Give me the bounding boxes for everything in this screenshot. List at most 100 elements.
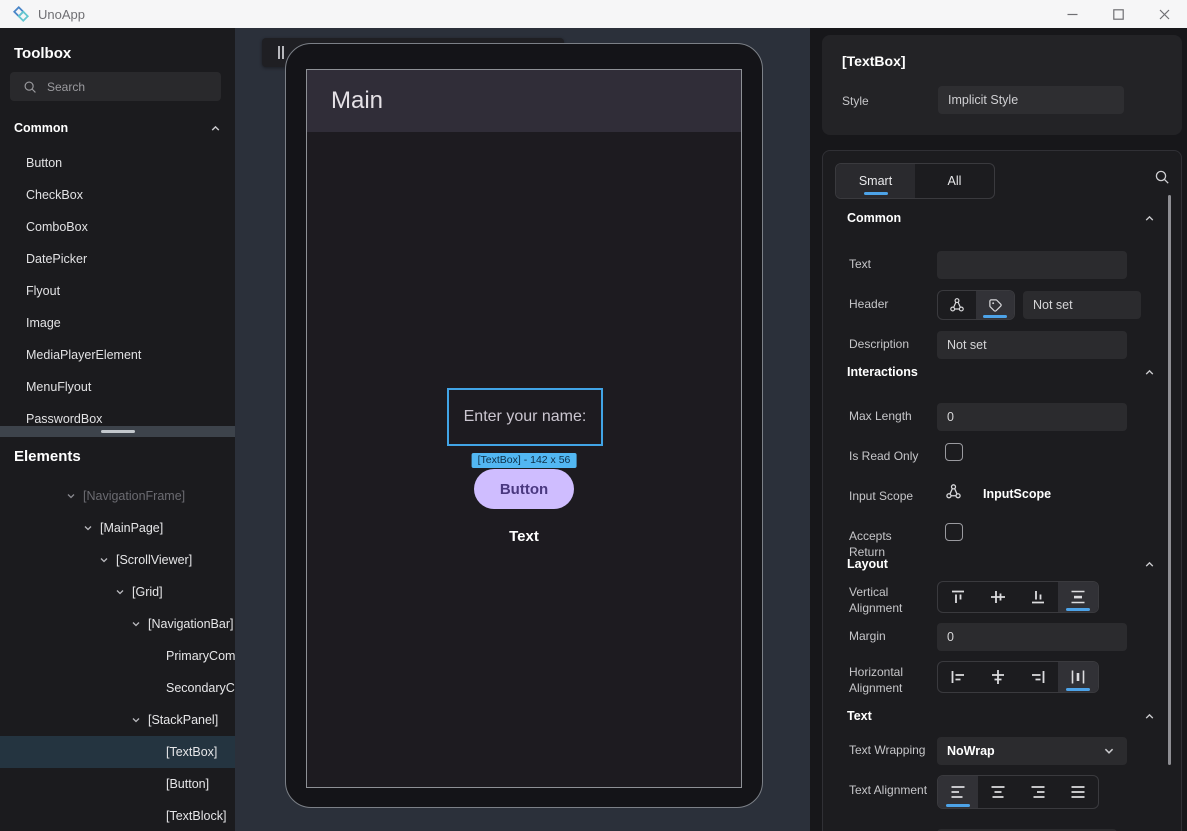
align-vstretch-button[interactable] [1058,582,1098,612]
maximize-button[interactable] [1095,0,1141,28]
horizontal-alignment-label: Horizontal Alignment [849,665,931,696]
toolbox-item-button[interactable]: Button [0,147,235,179]
text-value-input[interactable] [937,251,1127,279]
align-top-button[interactable] [938,582,978,612]
tree-item-stackpanel[interactable]: [StackPanel] [0,704,235,736]
toolbox-item-menuflyout[interactable]: MenuFlyout [0,371,235,403]
elements-title: Elements [14,448,81,465]
tree-item-grid[interactable]: [Grid] [0,576,235,608]
max-length-label: Max Length [849,409,931,425]
close-button[interactable] [1141,0,1187,28]
toolbox-item-image[interactable]: Image [0,307,235,339]
active-segment-indicator [1066,608,1090,611]
chevron-down-icon[interactable] [131,715,141,725]
toolbox-item-flyout[interactable]: Flyout [0,275,235,307]
text-align-center-button[interactable] [978,776,1018,808]
app-title: UnoApp [38,7,85,22]
tab-smart[interactable]: Smart [836,164,915,198]
margin-input[interactable]: 0 [937,623,1127,651]
accepts-return-checkbox[interactable] [945,523,963,541]
toolbox-section-common[interactable]: Common [14,121,221,135]
chevron-down-icon[interactable] [131,619,141,629]
selected-element-name: [TextBox] [842,53,906,69]
tree-item-secondarycommands[interactable]: SecondaryCo [0,672,235,704]
chevron-down-icon[interactable] [115,587,125,597]
align-hstretch-button[interactable] [1058,662,1098,692]
binding-icon [949,297,965,313]
canvas-button[interactable]: Button [474,469,574,509]
toolbox-title: Toolbox [14,45,71,62]
chevron-up-icon [1144,367,1155,378]
section-text[interactable]: Text [847,705,1155,727]
text-alignment-group [937,775,1099,809]
chevron-down-icon [1103,745,1115,757]
header-label: Header [849,297,931,313]
canvas-textbox-selected[interactable]: Enter your name: [447,388,603,446]
header-value-input[interactable]: Not set [1023,291,1141,319]
tree-item-navigationbar[interactable]: [NavigationBar] [0,608,235,640]
is-read-only-checkbox[interactable] [945,443,963,461]
tree-item-button[interactable]: [Button] [0,768,235,800]
style-value-input[interactable]: Implicit Style [938,86,1124,114]
section-common[interactable]: Common [847,207,1155,229]
description-value-input[interactable]: Not set [937,331,1127,359]
text-align-right-button[interactable] [1018,776,1058,808]
selection-size-badge: [TextBox] - 142 x 56 [472,453,577,468]
chevron-down-icon[interactable] [99,555,109,565]
page-title: Main [331,87,383,115]
property-tabs: Smart All [835,163,995,199]
active-segment-indicator [1066,688,1090,691]
section-layout[interactable]: Layout [847,553,1155,575]
tree-item-primarycommands[interactable]: PrimaryComm [0,640,235,672]
tree-item-scrollviewer[interactable]: [ScrollViewer] [0,544,235,576]
search-icon [23,80,37,94]
chevron-down-icon[interactable] [66,491,76,501]
tree-item-mainpage[interactable]: [MainPage] [0,512,235,544]
literal-mode-button[interactable] [976,291,1014,319]
input-scope-label: Input Scope [849,489,931,505]
canvas-textblock[interactable]: Text [307,528,741,545]
titlebar: UnoApp [0,0,1187,28]
active-tab-indicator [864,192,888,195]
page-header: Main [307,70,741,132]
properties-panel: [TextBox] Style Implicit Style Smart All… [810,28,1187,831]
text-alignment-label: Text Alignment [849,783,931,799]
is-read-only-label: Is Read Only [849,449,931,465]
uno-logo-icon [12,5,30,23]
tree-item-navigationframe[interactable]: [NavigationFrame] [0,480,235,512]
text-align-left-button[interactable] [938,776,978,808]
properties-scrollbar[interactable] [1168,195,1171,765]
align-hcenter-button[interactable] [978,662,1018,692]
toolbox-item-mediaplayerelement[interactable]: MediaPlayerElement [0,339,235,371]
tree-item-textblock[interactable]: [TextBlock] [0,800,235,831]
minimize-button[interactable] [1049,0,1095,28]
selected-element-card: [TextBox] Style Implicit Style [822,35,1182,135]
text-wrapping-label: Text Wrapping [849,743,931,759]
section-interactions[interactable]: Interactions [847,361,1155,383]
binding-icon[interactable] [945,483,962,505]
align-right-button[interactable] [1018,662,1058,692]
toolbox-item-checkbox[interactable]: CheckBox [0,179,235,211]
properties-search-icon[interactable] [1154,169,1170,190]
pane-splitter[interactable] [0,426,235,437]
max-length-input[interactable]: 0 [937,403,1127,431]
app-window: UnoApp Toolbox Search Common Button Chec… [0,0,1187,831]
align-left-button[interactable] [938,662,978,692]
toolbox-item-combobox[interactable]: ComboBox [0,211,235,243]
tab-all[interactable]: All [915,164,994,198]
tree-item-textbox[interactable]: [TextBox] [0,736,235,768]
align-bottom-button[interactable] [1018,582,1058,612]
device-screen[interactable]: Main Enter your name: [TextBox] - 142 x … [306,69,742,788]
input-scope-value[interactable]: InputScope [983,487,1051,501]
description-label: Description [849,337,931,353]
toolbox-item-datepicker[interactable]: DatePicker [0,243,235,275]
align-vcenter-button[interactable] [978,582,1018,612]
text-align-justify-button[interactable] [1058,776,1098,808]
text-wrapping-select[interactable]: NoWrap [937,737,1127,765]
binding-mode-button[interactable] [938,291,976,319]
horizontal-alignment-group [937,661,1099,693]
chevron-down-icon[interactable] [83,523,93,533]
toolbox-search-input[interactable]: Search [10,72,221,101]
text-label: Text [849,257,931,273]
left-sidebar: Toolbox Search Common Button CheckBox Co… [0,28,235,831]
